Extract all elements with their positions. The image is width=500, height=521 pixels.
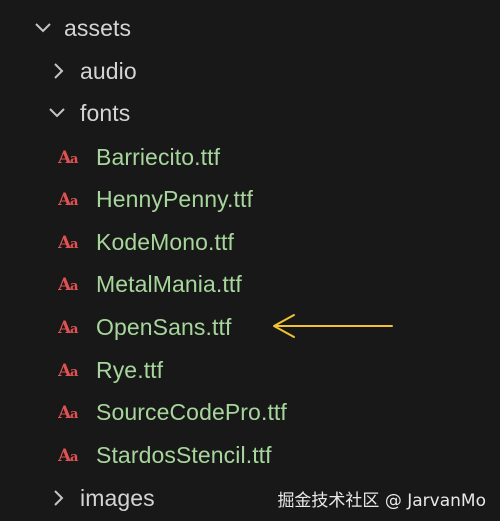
tree-file-label: SourceCodePro.ttf <box>96 399 287 425</box>
chevron-right-icon[interactable] <box>48 60 70 82</box>
font-file-icon: Aa <box>58 444 84 466</box>
tree-file-label: OpenSans.ttf <box>96 314 232 340</box>
tree-folder-label: assets <box>64 15 132 41</box>
svg-text:a: a <box>70 365 79 380</box>
annotation-arrow-icon <box>273 314 393 338</box>
font-file-icon: Aa <box>58 188 84 210</box>
chevron-down-icon[interactable] <box>46 102 68 124</box>
tree-folder-label: audio <box>80 58 137 84</box>
tree-file-label: KodeMono.ttf <box>96 229 235 255</box>
tree-file-item[interactable]: Aa StardosStencil.ttf <box>0 434 500 476</box>
svg-text:a: a <box>70 407 79 422</box>
tree-folder-fonts[interactable]: fonts <box>0 92 500 134</box>
tree-file-item[interactable]: Aa MetalMania.ttf <box>0 263 500 305</box>
chevron-down-icon[interactable] <box>32 17 54 39</box>
svg-text:a: a <box>70 450 79 465</box>
tree-file-label: StardosStencil.ttf <box>96 442 272 468</box>
svg-text:a: a <box>70 237 79 252</box>
file-explorer-tree: assets audio fonts Aa Barriecito.ttf Aa … <box>0 0 500 521</box>
tree-folder-audio[interactable]: audio <box>0 50 500 92</box>
tree-file-label: Barriecito.ttf <box>96 144 221 170</box>
watermark-text: 掘金技术社区 @ JarvanMo <box>277 491 486 511</box>
tree-file-item[interactable]: Aa HennyPenny.ttf <box>0 178 500 220</box>
tree-file-item[interactable]: Aa SourceCodePro.ttf <box>0 391 500 433</box>
font-file-icon: Aa <box>58 359 84 381</box>
tree-file-label: Rye.ttf <box>96 357 164 383</box>
svg-text:a: a <box>70 322 79 337</box>
font-file-icon: Aa <box>58 401 84 423</box>
svg-text:a: a <box>70 279 79 294</box>
svg-text:a: a <box>70 194 79 209</box>
tree-folder-label: images <box>80 485 155 511</box>
tree-folder-assets[interactable]: assets <box>0 7 500 49</box>
chevron-right-icon[interactable] <box>48 487 70 509</box>
tree-file-item[interactable]: Aa OpenSans.ttf <box>0 306 500 348</box>
tree-folder-label: fonts <box>80 100 131 126</box>
tree-file-item[interactable]: Aa KodeMono.ttf <box>0 221 500 263</box>
tree-file-label: HennyPenny.ttf <box>96 186 253 212</box>
tree-file-label: MetalMania.ttf <box>96 271 242 297</box>
tree-file-item[interactable]: Aa Rye.ttf <box>0 349 500 391</box>
font-file-icon: Aa <box>58 316 84 338</box>
font-file-icon: Aa <box>58 273 84 295</box>
svg-text:a: a <box>70 152 79 167</box>
font-file-icon: Aa <box>58 146 84 168</box>
font-file-icon: Aa <box>58 231 84 253</box>
tree-file-item[interactable]: Aa Barriecito.ttf <box>0 136 500 178</box>
